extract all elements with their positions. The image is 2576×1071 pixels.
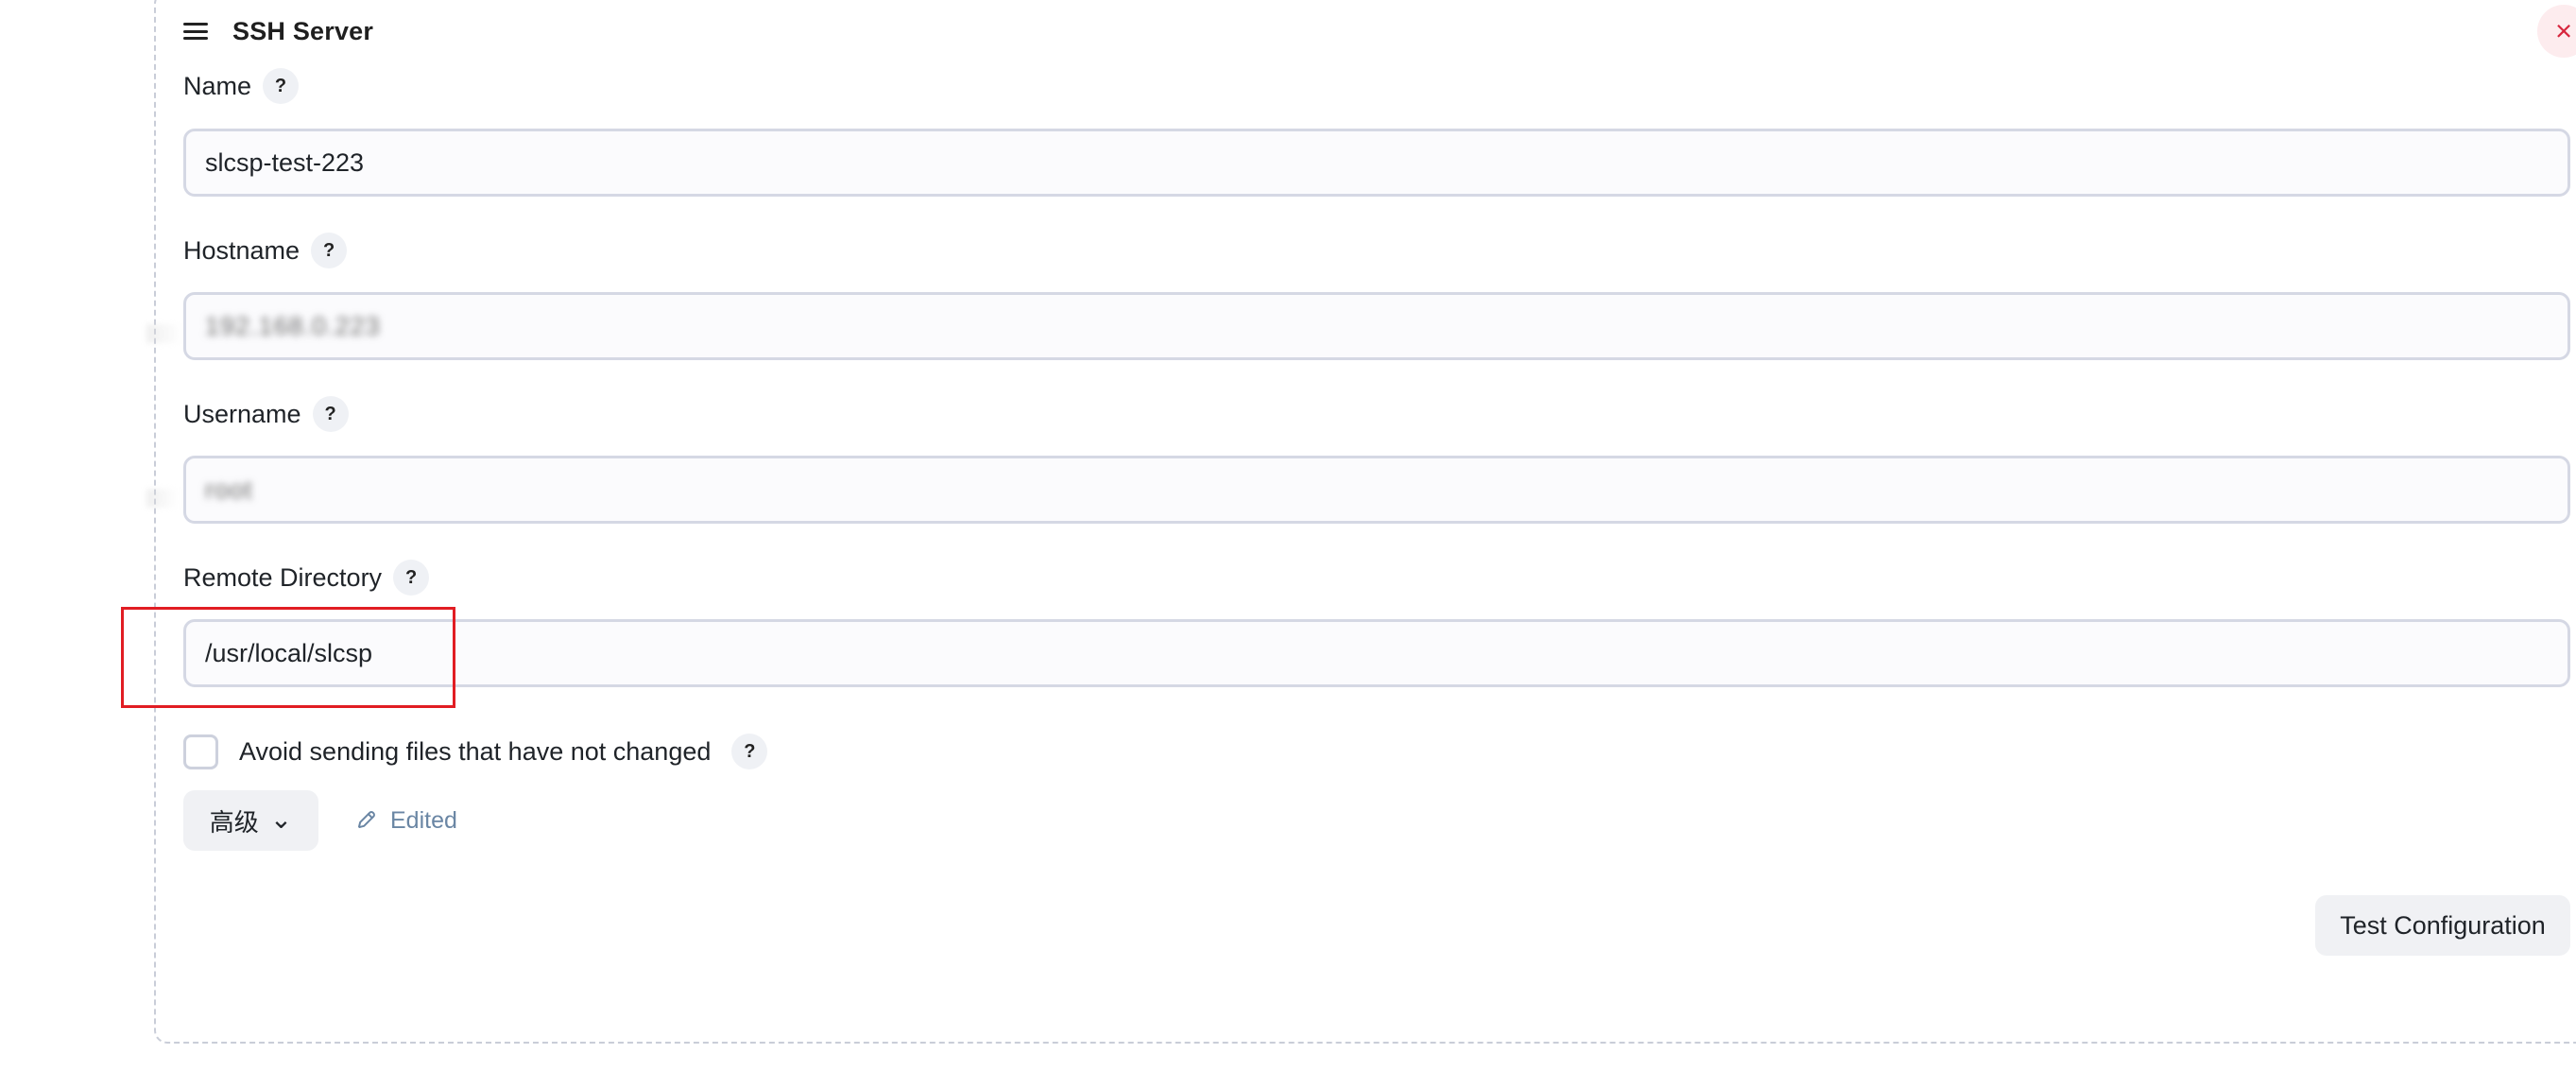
remote-directory-label: Remote Directory ? xyxy=(183,560,430,596)
hostname-label: Hostname ? xyxy=(183,233,348,268)
username-input[interactable]: root xyxy=(183,456,2570,524)
hostname-input-value: 192.168.0.223 xyxy=(205,311,381,340)
hostname-blur-mark xyxy=(146,324,182,343)
hostname-input[interactable]: 192.168.0.223 xyxy=(183,292,2570,360)
hamburger-icon[interactable] xyxy=(183,23,208,40)
username-label: Username ? xyxy=(183,396,349,432)
ssh-server-config-screen: SSH Server × Name ? slcsp-test-223 Hostn… xyxy=(0,0,2576,1071)
edited-label: Edited xyxy=(390,806,457,834)
name-help-icon[interactable]: ? xyxy=(263,68,300,104)
name-label: Name ? xyxy=(183,68,300,104)
hamburger-line xyxy=(183,37,208,40)
username-blur-mark xyxy=(146,489,179,508)
username-help-icon[interactable]: ? xyxy=(312,396,349,432)
advanced-dropdown-button[interactable]: 高级 ⌄ xyxy=(183,790,318,851)
avoid-sending-files-help-icon[interactable]: ? xyxy=(731,734,768,769)
remote-directory-input-value: /usr/local/slcsp xyxy=(205,638,373,667)
advanced-label: 高级 xyxy=(209,807,259,837)
avoid-sending-files-row: Avoid sending files that have not change… xyxy=(183,734,768,769)
avoid-sending-files-checkbox[interactable] xyxy=(183,734,218,769)
remote-directory-input[interactable]: /usr/local/slcsp xyxy=(183,619,2570,687)
chevron-down-icon: ⌄ xyxy=(269,804,293,834)
name-input-value: slcsp-test-223 xyxy=(205,147,365,177)
avoid-sending-files-label[interactable]: Avoid sending files that have not change… xyxy=(239,737,711,767)
pencil-icon xyxy=(354,808,379,833)
name-input[interactable]: slcsp-test-223 xyxy=(183,129,2570,197)
username-label-text: Username xyxy=(183,399,301,428)
remote-directory-label-text: Remote Directory xyxy=(183,562,383,592)
hamburger-line xyxy=(183,23,208,26)
hamburger-line xyxy=(183,29,208,33)
remote-directory-help-icon[interactable]: ? xyxy=(393,560,430,596)
advanced-row: 高级 ⌄ Edited xyxy=(183,790,457,851)
hostname-label-text: Hostname xyxy=(183,235,301,265)
test-configuration-button[interactable]: Test Configuration xyxy=(2315,895,2570,956)
name-label-text: Name xyxy=(183,71,252,100)
hostname-help-icon[interactable]: ? xyxy=(311,233,348,268)
edited-status: Edited xyxy=(354,807,457,835)
username-input-value: root xyxy=(205,475,253,504)
section-header: SSH Server xyxy=(183,9,373,53)
section-title: SSH Server xyxy=(232,16,374,45)
